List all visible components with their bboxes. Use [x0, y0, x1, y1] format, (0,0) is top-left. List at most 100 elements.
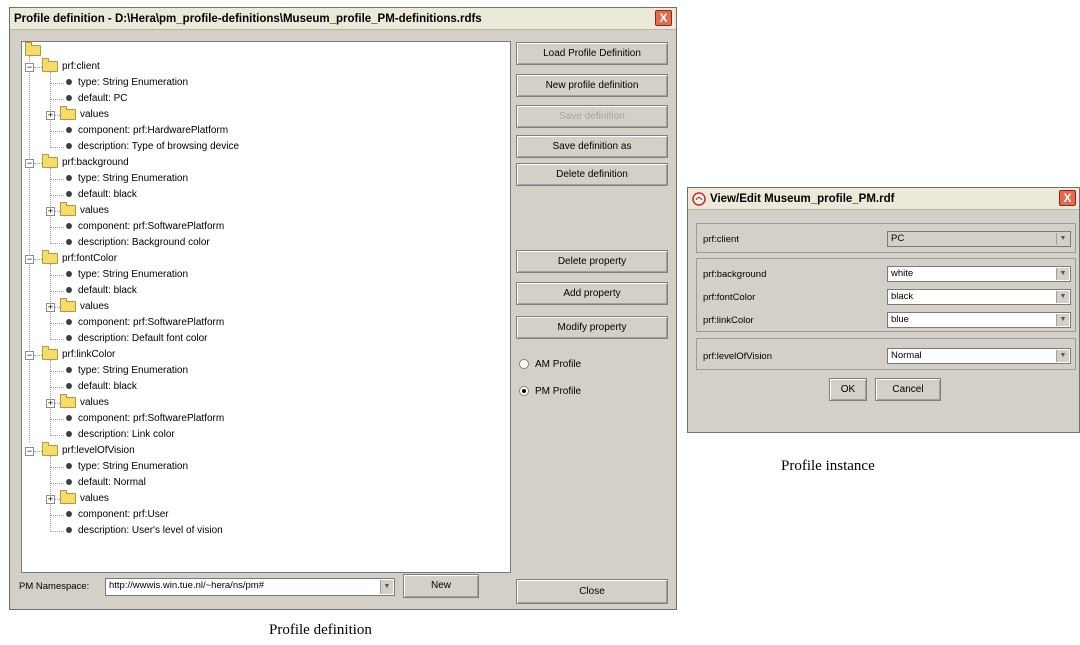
tree-leaf-node[interactable]: values — [60, 393, 109, 410]
expand-icon[interactable]: + — [46, 111, 55, 120]
tree-connector — [50, 483, 64, 484]
save-definition-as-button[interactable]: Save definition as — [516, 135, 668, 158]
tree-leaf-node[interactable]: default: black — [66, 188, 137, 202]
tree-leaf-node[interactable]: type: String Enumeration — [66, 76, 188, 90]
profile-tree[interactable]: − prf:client type: String Enumeration defau… — [21, 41, 511, 573]
tree-leaf-node[interactable]: description: User's level of vision — [66, 524, 223, 538]
tree-property-label: prf:client — [62, 61, 100, 72]
tree-root-node[interactable] — [25, 42, 45, 58]
tree-leaf-node[interactable]: component: prf:User — [66, 508, 169, 522]
load-profile-definition-button[interactable]: Load Profile Definition — [516, 42, 668, 65]
chevron-down-icon[interactable]: ▼ — [1056, 314, 1069, 326]
instance-row-combo[interactable]: PC ▼ — [887, 231, 1071, 247]
tree-leaf-node[interactable]: values — [60, 297, 109, 314]
tree-leaf-node[interactable]: default: black — [66, 380, 137, 394]
tree-leaf-node[interactable]: values — [60, 201, 109, 218]
tree-leaf-node[interactable]: description: Default font color — [66, 332, 208, 346]
collapse-icon[interactable]: − — [25, 351, 34, 360]
am-profile-radio[interactable]: AM Profile — [519, 359, 581, 371]
expand-icon[interactable]: + — [46, 207, 55, 216]
instance-title-bar: View/Edit Museum_profile_PM.rdf — [688, 188, 1079, 210]
tree-leaf-node[interactable]: type: String Enumeration — [66, 172, 188, 186]
tree-connector — [50, 243, 64, 244]
tree-leaf-label: component: prf:SoftwarePlatform — [78, 317, 225, 328]
tree-property-label: prf:linkColor — [62, 349, 116, 360]
tree-leaf-node[interactable]: component: prf:SoftwarePlatform — [66, 316, 224, 330]
tree-leaf-node[interactable]: type: String Enumeration — [66, 268, 188, 282]
tree-leaf-node[interactable]: description: Background color — [66, 236, 210, 250]
tree-leaf-node[interactable]: values — [60, 489, 109, 506]
tree-leaf-label: component: prf:User — [78, 509, 169, 520]
folder-icon — [42, 153, 58, 168]
new-profile-definition-button[interactable]: New profile definition — [516, 74, 668, 97]
cancel-button[interactable]: Cancel — [875, 378, 941, 401]
tree-leaf-node[interactable]: description: Link color — [66, 428, 175, 442]
bullet-icon — [66, 223, 72, 230]
tree-leaf-node[interactable]: default: PC — [66, 92, 127, 106]
instance-row-combo[interactable]: black ▼ — [887, 289, 1071, 305]
bullet-icon — [66, 95, 72, 102]
tree-leaf-label: description: Default font color — [78, 333, 208, 344]
folder-icon — [60, 201, 76, 216]
pm-namespace-combo[interactable]: http://wwwis.win.tue.nl/~hera/ns/pm# ▼ — [105, 578, 395, 596]
bullet-icon — [66, 79, 72, 86]
bullet-icon — [66, 127, 72, 134]
tree-leaf-node[interactable]: type: String Enumeration — [66, 364, 188, 378]
chevron-down-icon[interactable]: ▼ — [1056, 291, 1069, 303]
bullet-icon — [66, 479, 72, 486]
new-namespace-button[interactable]: New — [403, 574, 479, 598]
definition-close-icon[interactable]: X — [655, 10, 672, 26]
folder-icon — [60, 489, 76, 504]
chevron-down-icon[interactable]: ▼ — [380, 580, 393, 594]
tree-leaf-label: values — [80, 109, 109, 120]
chevron-down-icon[interactable]: ▼ — [1056, 350, 1069, 362]
am-profile-radio-circle[interactable] — [519, 359, 529, 370]
instance-row-combo[interactable]: Normal ▼ — [887, 348, 1071, 364]
instance-row-label: prf:client — [703, 234, 739, 245]
ok-button[interactable]: OK — [829, 378, 867, 401]
delete-definition-button[interactable]: Delete definition — [516, 163, 668, 186]
bullet-icon — [66, 143, 72, 150]
add-property-button[interactable]: Add property — [516, 282, 668, 305]
tree-property-node[interactable]: prf:fontColor — [42, 249, 117, 266]
tree-leaf-node[interactable]: default: black — [66, 284, 137, 298]
collapse-icon[interactable]: − — [25, 255, 34, 264]
collapse-icon[interactable]: − — [25, 159, 34, 168]
tree-leaf-node[interactable]: default: Normal — [66, 476, 146, 490]
chevron-down-icon[interactable]: ▼ — [1056, 233, 1069, 245]
instance-row-label: prf:linkColor — [703, 315, 754, 326]
tree-leaf-node[interactable]: type: String Enumeration — [66, 460, 188, 474]
chevron-down-icon[interactable]: ▼ — [1056, 268, 1069, 280]
modify-property-button[interactable]: Modify property — [516, 316, 668, 339]
tree-connector — [50, 435, 64, 436]
expand-icon[interactable]: + — [46, 399, 55, 408]
expand-icon[interactable]: + — [46, 495, 55, 504]
tree-property-node[interactable]: prf:background — [42, 153, 129, 170]
pm-profile-radio[interactable]: PM Profile — [519, 386, 581, 398]
tree-leaf-node[interactable]: component: prf:HardwarePlatform — [66, 124, 228, 138]
tree-connector — [50, 387, 64, 388]
tree-connector — [50, 371, 64, 372]
instance-row-combo[interactable]: white ▼ — [887, 266, 1071, 282]
tree-leaf-node[interactable]: values — [60, 105, 109, 122]
collapse-icon[interactable]: − — [25, 63, 34, 72]
tree-property-label: prf:background — [62, 157, 129, 168]
instance-close-icon[interactable]: X — [1059, 190, 1076, 206]
tree-connector — [50, 323, 64, 324]
tree-property-node[interactable]: prf:levelOfVision — [42, 441, 135, 458]
close-button[interactable]: Close — [516, 579, 668, 604]
save-definition-button[interactable]: Save definition — [516, 105, 668, 128]
pm-profile-radio-circle[interactable] — [519, 386, 529, 397]
tree-leaf-node[interactable]: component: prf:SoftwarePlatform — [66, 412, 224, 426]
collapse-icon[interactable]: − — [25, 447, 34, 456]
folder-icon — [42, 441, 58, 456]
instance-row-combo[interactable]: blue ▼ — [887, 312, 1071, 328]
expand-icon[interactable]: + — [46, 303, 55, 312]
tree-leaf-node[interactable]: component: prf:SoftwarePlatform — [66, 220, 224, 234]
tree-leaf-label: description: Type of browsing device — [78, 141, 240, 152]
delete-property-button[interactable]: Delete property — [516, 250, 668, 273]
bullet-icon — [66, 175, 72, 182]
bullet-icon — [66, 383, 72, 390]
tree-leaf-node[interactable]: description: Type of browsing device — [66, 140, 239, 154]
tree-property-node[interactable]: prf:linkColor — [42, 345, 116, 362]
